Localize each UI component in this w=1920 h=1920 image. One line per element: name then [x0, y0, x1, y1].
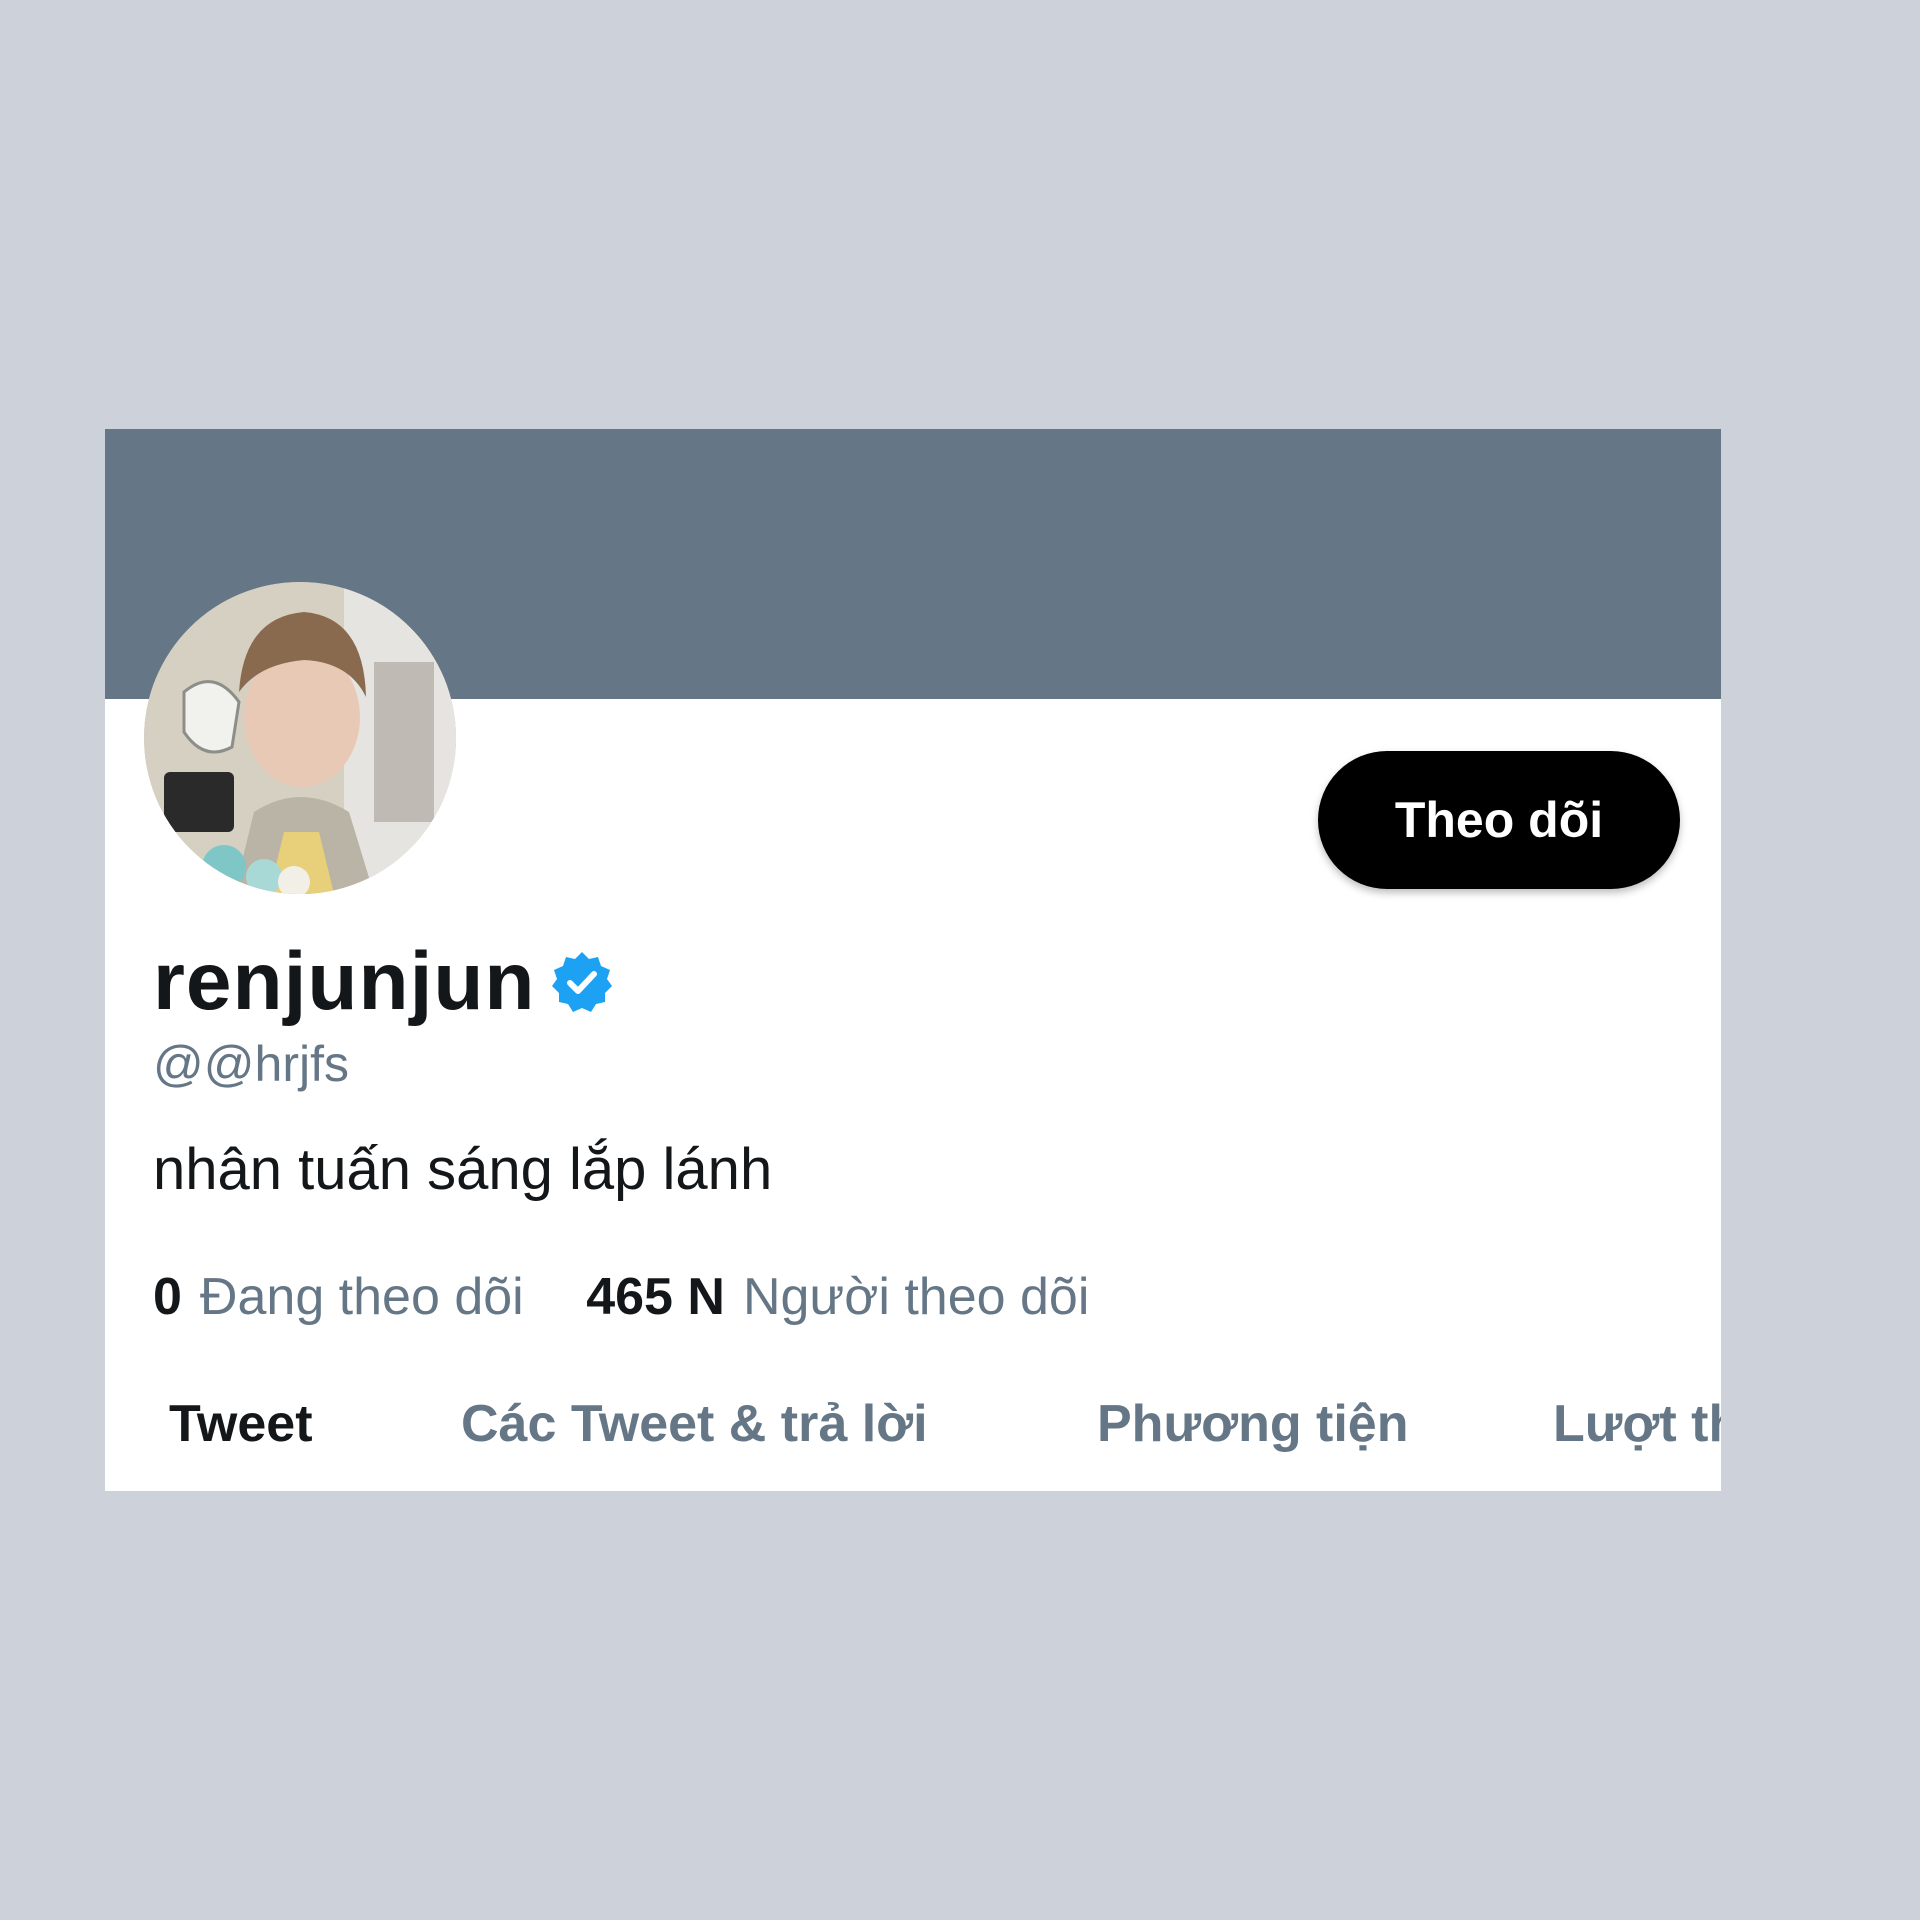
- profile-tabs: Tweet Các Tweet & trả lời Phương tiện Lư…: [105, 1389, 1721, 1491]
- tab-tweets-and-replies[interactable]: Các Tweet & trả lời: [461, 1389, 928, 1459]
- following-count: 0: [153, 1268, 182, 1326]
- name-row: renjunjun: [153, 937, 614, 1027]
- following-stat[interactable]: 0 Đang theo dõi: [153, 1265, 524, 1329]
- profile-handle: @@hrjfs: [153, 1036, 349, 1092]
- avatar[interactable]: [144, 582, 456, 894]
- profile-bio: nhân tuấn sáng lắp lánh: [153, 1137, 773, 1202]
- tab-likes[interactable]: Lượt thích: [1553, 1389, 1721, 1459]
- profile-stats: 0 Đang theo dõi 465 N Người theo dõi: [153, 1265, 1089, 1329]
- profile-card: Theo dõi renjunjun @@hrjfs nhân tuấn sán…: [105, 429, 1721, 1491]
- following-label: Đang theo dõi: [199, 1268, 524, 1326]
- verified-badge-icon: [550, 950, 614, 1014]
- tab-media[interactable]: Phương tiện: [1097, 1389, 1409, 1459]
- display-name: renjunjun: [153, 936, 536, 1027]
- followers-label: Người theo dõi: [742, 1268, 1090, 1326]
- followers-stat[interactable]: 465 N Người theo dõi: [586, 1265, 1089, 1329]
- followers-count: 465 N: [586, 1268, 725, 1326]
- tab-tweets[interactable]: Tweet: [169, 1389, 313, 1459]
- follow-button[interactable]: Theo dõi: [1318, 751, 1680, 889]
- avatar-photo: [144, 582, 456, 894]
